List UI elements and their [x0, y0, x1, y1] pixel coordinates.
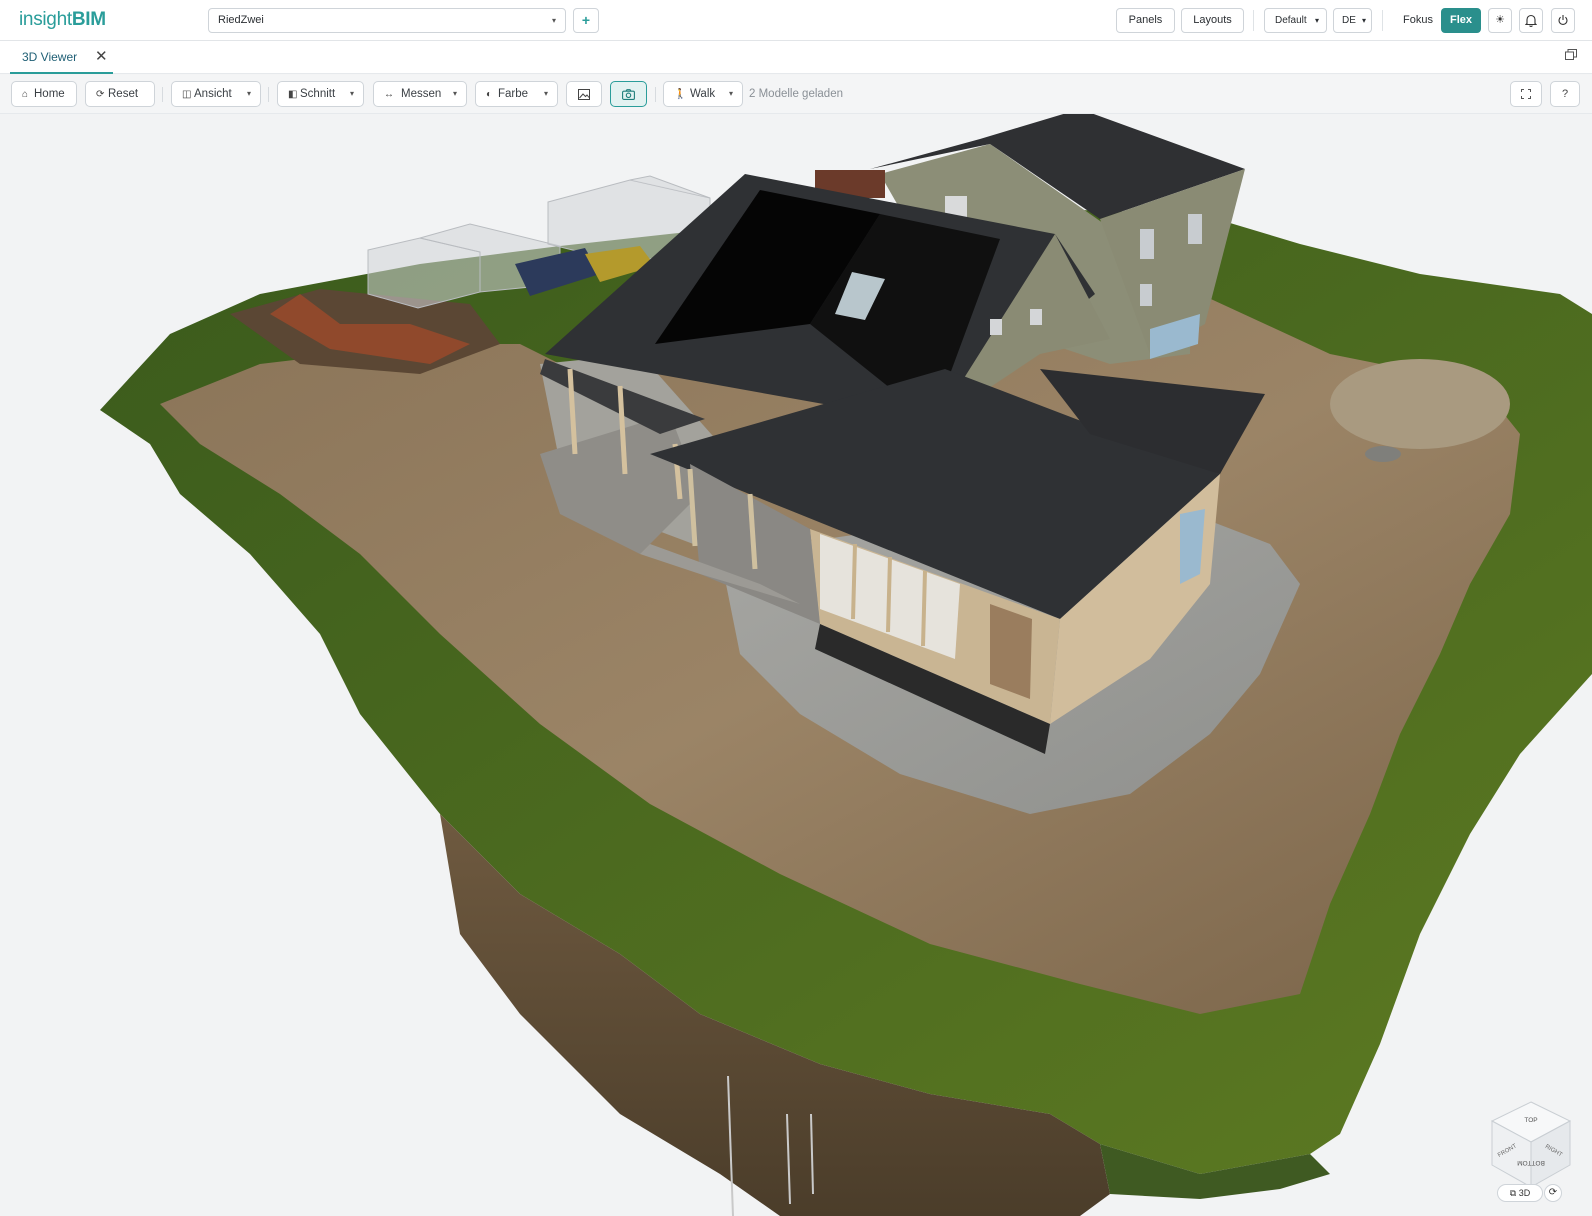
reset-button[interactable]: ⟳ Reset	[85, 81, 155, 107]
cube-label-top: TOP	[1524, 1117, 1537, 1124]
mode-fokus-button[interactable]: Fokus	[1397, 8, 1439, 33]
scene-render	[100, 114, 1592, 1216]
measure-icon: ↔	[384, 89, 394, 100]
chevron-down-icon: ▾	[1314, 16, 1319, 25]
language-select-value: DE	[1342, 15, 1356, 26]
walk-icon: 🚶	[674, 89, 687, 100]
power-icon	[1558, 15, 1568, 25]
logo-text-insight: insight	[19, 9, 72, 30]
mode-flex-label: Flex	[1449, 14, 1472, 26]
restore-window-icon[interactable]	[1565, 49, 1577, 60]
cube-label-bottom: BOTTOM	[1517, 1159, 1545, 1166]
help-icon: ?	[1561, 88, 1569, 100]
reset-button-label: Reset	[108, 88, 139, 100]
home-button-label: Home	[34, 88, 65, 100]
project-select-value: RiedZwei	[218, 14, 264, 26]
color-icon: ◐	[486, 89, 493, 100]
rotate-icon: ⟳	[1548, 1187, 1558, 1198]
view-mode-label: 3D	[1518, 1188, 1531, 1198]
mode-flex-button[interactable]: Flex	[1441, 8, 1481, 33]
tab-label: 3D Viewer	[22, 50, 78, 64]
bell-icon	[1524, 14, 1538, 27]
chevron-down-icon: ▾	[1361, 16, 1366, 25]
add-icon: +	[581, 12, 591, 28]
chevron-down-icon: ▾	[246, 89, 251, 98]
add-project-button[interactable]: +	[573, 8, 599, 33]
camera-button[interactable]	[610, 81, 647, 107]
divider	[655, 87, 656, 102]
messen-label: Messen	[401, 88, 442, 100]
view-mode-chip[interactable]: ⧉ 3D	[1497, 1184, 1543, 1202]
help-button[interactable]: ?	[1550, 81, 1580, 107]
home-icon: ⌂	[22, 89, 29, 100]
divider	[162, 87, 163, 102]
power-button[interactable]	[1551, 8, 1575, 33]
mode-fokus-label: Fokus	[1403, 14, 1433, 26]
divider	[268, 87, 269, 102]
mode-toggle: Fokus Flex	[1393, 7, 1486, 34]
divider	[1253, 10, 1254, 31]
reset-icon: ⟳	[96, 89, 105, 100]
logo-text-bim: BIM	[71, 9, 106, 30]
layout-select[interactable]: Default ▾	[1264, 8, 1327, 33]
chevron-down-icon: ▾	[543, 89, 548, 98]
schnitt-dropdown[interactable]: ◧ Schnitt ▾	[277, 81, 364, 107]
chevron-down-icon: ▾	[452, 89, 457, 98]
cube-reset-button[interactable]: ⟳	[1544, 1184, 1562, 1202]
viewer-toolbar: ⌂ Home ⟳ Reset ◫ Ansicht ▾ ◧ Schnitt ▾ ↔ Mess…	[0, 75, 1592, 114]
panels-button-label: Panels	[1128, 14, 1163, 26]
close-icon[interactable]: ✕	[95, 47, 108, 65]
walk-label: Walk	[690, 88, 716, 100]
messen-dropdown[interactable]: ↔ Messen ▾	[373, 81, 467, 107]
3d-viewport[interactable]: TOP FRONT RIGHT BOTTOM ⧉ 3D ⟳	[0, 114, 1592, 1216]
project-select[interactable]: RiedZwei ▾	[208, 8, 566, 33]
theme-toggle-button[interactable]: ☀	[1488, 8, 1512, 33]
fullscreen-button[interactable]	[1510, 81, 1542, 107]
top-bar: insightBIM RiedZwei ▾ + Panels Layouts D…	[0, 0, 1592, 41]
ansicht-dropdown[interactable]: ◫ Ansicht ▾	[171, 81, 261, 107]
walk-dropdown[interactable]: 🚶 Walk ▾	[663, 81, 743, 107]
image-icon	[578, 89, 590, 100]
schnitt-label: Schnitt	[300, 88, 336, 100]
tab-3d-viewer[interactable]: 3D Viewer ✕	[10, 41, 113, 74]
terrain-manhole	[1365, 446, 1401, 462]
notifications-button[interactable]	[1519, 8, 1543, 33]
view-icon: ◫	[182, 89, 192, 100]
theme-sun-icon: ☀	[1495, 14, 1505, 26]
models-loaded-status: 2 Modelle geladen	[749, 88, 843, 100]
layouts-button-label: Layouts	[1193, 14, 1232, 26]
cube-mode-icon: ⧉	[1509, 1188, 1519, 1198]
language-select[interactable]: DE ▾	[1333, 8, 1372, 33]
fullscreen-icon	[1521, 89, 1531, 99]
tab-bar: 3D Viewer ✕	[0, 41, 1592, 74]
app-logo[interactable]: insightBIM	[19, 9, 106, 31]
panels-button[interactable]: Panels	[1116, 8, 1175, 33]
section-icon: ◧	[288, 89, 298, 100]
divider	[1382, 10, 1383, 31]
chevron-down-icon: ▾	[551, 16, 556, 25]
terrain-soil-mound	[1330, 359, 1510, 449]
image-button[interactable]	[566, 81, 602, 107]
ansicht-label: Ansicht	[194, 88, 232, 100]
chevron-down-icon: ▾	[728, 89, 733, 98]
farbe-dropdown[interactable]: ◐ Farbe ▾	[475, 81, 558, 107]
camera-icon	[622, 89, 635, 100]
farbe-label: Farbe	[498, 88, 529, 100]
layout-select-value: Default	[1275, 15, 1307, 26]
chevron-down-icon: ▾	[349, 89, 354, 98]
home-button[interactable]: ⌂ Home	[11, 81, 77, 107]
layouts-button[interactable]: Layouts	[1181, 8, 1244, 33]
